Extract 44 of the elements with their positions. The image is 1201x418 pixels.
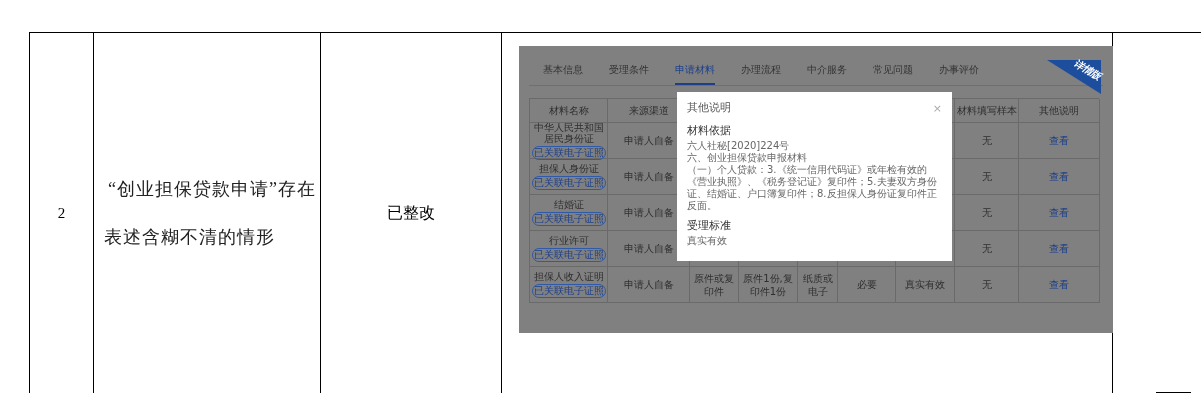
view-link[interactable]: 查看 [1049,241,1069,256]
view-link[interactable]: 查看 [1049,205,1069,220]
row-number: 2 [57,203,66,223]
table-cell: 无 [955,231,1019,267]
section-text: 真实有效 [687,234,728,247]
tab[interactable]: 办理流程 [741,56,781,85]
material-name: 担保人收入证明 [533,271,604,282]
table-cell: 无 [955,195,1019,231]
table-cell: 原件或复印件 [690,267,739,303]
modal-title: 其他说明 [687,100,731,116]
column-header: 材料名称 [530,99,608,123]
tab[interactable]: 基本信息 [543,56,583,85]
tab[interactable]: 中介服务 [807,56,847,85]
tab[interactable]: 受理条件 [609,56,649,85]
tab[interactable]: 申请材料 [675,56,715,85]
view-link[interactable]: 查看 [1049,169,1069,184]
material-name: 行业许可 [548,235,589,246]
table-cell: 无 [955,159,1019,195]
ribbon-background [1047,60,1101,94]
section-heading: 受理标准 [687,217,732,233]
material-name: 中华人民共和国居民身份证 [532,121,605,144]
table-cell: 无 [955,267,1019,303]
issue-text: “创业担保贷款申请”存在表述含糊不清的情形 [104,178,316,249]
section-heading: 材料依据 [687,122,732,138]
table-cell: 原件1份,复印件1份 [739,267,798,303]
material-name: 担保人身份证 [538,163,599,174]
tab[interactable]: 办事评价 [939,56,979,85]
status-text: 已整改 [387,203,435,223]
column-header: 材料填写样本 [955,99,1019,123]
section-text: 六人社秘[2020]224号 [687,139,791,152]
material-name: 结婚证 [553,199,584,210]
table-cell: 真实有效 [896,267,955,303]
view-link[interactable]: 查看 [1049,133,1069,148]
tab[interactable]: 常见问题 [873,56,913,85]
table-cell: 申请人自备 [608,267,690,303]
table-cell: 必要 [838,267,896,303]
close-button[interactable]: × [932,102,942,114]
table-cell: 无 [955,123,1019,159]
table-cell: 纸质或电子 [798,267,838,303]
section-text: 六、创业担保贷款申报材料 [687,151,808,164]
section-text: （一）个人贷款：3.《统一信用代码证》或年检有效的《营业执照》、《税务登记证》复印件；5.夫妻双方身份证、结婚证、户口簿复印件；8.反担保人身份证复印件正反面。 [687,163,938,212]
column-header: 其他说明 [1019,99,1100,123]
view-link[interactable]: 查看 [1049,277,1069,292]
ribbon-label: 详情版 [1072,56,1104,83]
